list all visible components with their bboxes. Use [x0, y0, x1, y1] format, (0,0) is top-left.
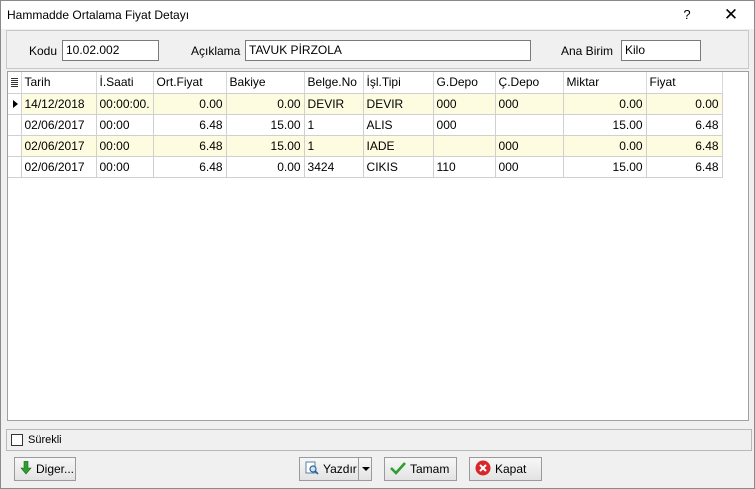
column-header-c-depo[interactable]: Ç.Depo [495, 72, 564, 94]
column-header-ort-fiyat[interactable]: Ort.Fiyat [153, 72, 227, 94]
table-row[interactable]: 02/06/2017 00:00 6.48 15.00 1 ALIS 000 1… [8, 114, 723, 136]
cell-fiyat[interactable]: 6.48 [646, 135, 723, 157]
cell-ort-fiyat[interactable]: 6.48 [153, 156, 227, 178]
row-indicator [8, 156, 22, 178]
ana-birim-label: Ana Birim [561, 44, 614, 58]
title-bar: Hammadde Ortalama Fiyat Detayı ? ✕ [1, 1, 754, 29]
price-detail-grid[interactable]: Tarih İ.Saati Ort.Fiyat Bakiye Belge.No … [7, 71, 749, 421]
cell-g-depo[interactable]: 000 [433, 93, 496, 115]
diger-label: Diger... [36, 462, 75, 476]
header-panel: Kodu 10.02.002 Açıklama TAVUK PİRZOLA An… [6, 30, 749, 69]
cell-tarih[interactable]: 02/06/2017 [21, 156, 97, 178]
column-header-bakiye[interactable]: Bakiye [226, 72, 305, 94]
tamam-label: Tamam [410, 462, 450, 476]
cell-tarih[interactable]: 14/12/2018 [21, 93, 97, 115]
cell-ort-fiyat[interactable]: 6.48 [153, 135, 227, 157]
table-row[interactable]: 14/12/2018 00:00:00. 0.00 0.00 DEVIR DEV… [8, 93, 723, 115]
cell-fiyat[interactable]: 6.48 [646, 114, 723, 136]
cell-bakiye[interactable]: 15.00 [226, 114, 305, 136]
column-header-belge-no[interactable]: Belge.No [304, 72, 364, 94]
cell-c-depo[interactable]: 000 [495, 135, 564, 157]
cell-belge-no[interactable]: 1 [304, 114, 364, 136]
cell-ort-fiyat[interactable]: 0.00 [153, 93, 227, 115]
surekli-bar: Sürekli [6, 429, 752, 451]
column-header-tarih[interactable]: Tarih [21, 72, 97, 94]
tamam-button[interactable]: Tamam [384, 457, 457, 481]
aciklama-field[interactable]: TAVUK PİRZOLA [245, 40, 531, 61]
cell-ort-fiyat[interactable]: 6.48 [153, 114, 227, 136]
column-header-miktar[interactable]: Miktar [563, 72, 647, 94]
surekli-checkbox[interactable] [11, 434, 23, 446]
row-indicator [8, 114, 22, 136]
cell-islem-tipi[interactable]: IADE [363, 135, 434, 157]
kodu-field[interactable]: 10.02.002 [62, 40, 159, 61]
print-preview-icon [305, 461, 319, 478]
table-row[interactable]: 02/06/2017 00:00 6.48 0.00 3424 CIKIS 11… [8, 156, 723, 178]
column-chooser-icon[interactable] [8, 72, 22, 94]
aciklama-label: Açıklama [191, 44, 241, 58]
cell-fiyat[interactable]: 6.48 [646, 156, 723, 178]
cell-belge-no[interactable]: 1 [304, 135, 364, 157]
cell-bakiye[interactable]: 0.00 [226, 156, 305, 178]
surekli-label: Sürekli [28, 434, 62, 446]
cell-g-depo[interactable] [433, 135, 496, 157]
ana-birim-field[interactable]: Kilo [621, 40, 701, 61]
help-button[interactable]: ? [673, 1, 701, 29]
cell-c-depo[interactable]: 000 [495, 156, 564, 178]
kapat-label: Kapat [495, 462, 527, 476]
cell-belge-no[interactable]: 3424 [304, 156, 364, 178]
cancel-icon [475, 460, 491, 479]
cell-c-depo[interactable]: 000 [495, 93, 564, 115]
row-indicator [8, 135, 22, 157]
column-header-islem-saati[interactable]: İ.Saati [96, 72, 154, 94]
cell-islem-tipi[interactable]: CIKIS [363, 156, 434, 178]
kodu-label: Kodu [29, 44, 58, 58]
column-header-islem-tipi[interactable]: İşl.Tipi [363, 72, 434, 94]
checkmark-icon [390, 461, 406, 478]
cell-g-depo[interactable]: 110 [433, 156, 496, 178]
cell-islem-saati[interactable]: 00:00:00. [96, 93, 154, 115]
cell-islem-tipi[interactable]: ALIS [363, 114, 434, 136]
grid-header-row: Tarih İ.Saati Ort.Fiyat Bakiye Belge.No … [8, 72, 723, 94]
cell-fiyat[interactable]: 0.00 [646, 93, 723, 115]
diger-button[interactable]: Diger... [14, 457, 76, 481]
cell-belge-no[interactable]: DEVIR [304, 93, 364, 115]
cell-islem-saati[interactable]: 00:00 [96, 114, 154, 136]
column-header-fiyat[interactable]: Fiyat [646, 72, 723, 94]
cell-g-depo[interactable]: 000 [433, 114, 496, 136]
table-row[interactable]: 02/06/2017 00:00 6.48 15.00 1 IADE 000 0… [8, 135, 723, 157]
column-header-g-depo[interactable]: G.Depo [433, 72, 496, 94]
cell-tarih[interactable]: 02/06/2017 [21, 135, 97, 157]
row-indicator-icon [8, 93, 22, 115]
cell-islem-tipi[interactable]: DEVIR [363, 93, 434, 115]
close-button[interactable]: ✕ [709, 1, 753, 29]
cell-islem-saati[interactable]: 00:00 [96, 156, 154, 178]
cell-c-depo[interactable] [495, 114, 564, 136]
cell-tarih[interactable]: 02/06/2017 [21, 114, 97, 136]
cell-islem-saati[interactable]: 00:00 [96, 135, 154, 157]
cell-miktar[interactable]: 15.00 [563, 114, 647, 136]
cell-miktar[interactable]: 15.00 [563, 156, 647, 178]
chevron-down-icon[interactable] [358, 458, 371, 480]
cell-miktar[interactable]: 0.00 [563, 93, 647, 115]
yazdir-label: Yazdır [323, 462, 357, 476]
window-title: Hammadde Ortalama Fiyat Detayı [7, 8, 190, 22]
grid-table: Tarih İ.Saati Ort.Fiyat Bakiye Belge.No … [8, 72, 723, 178]
cell-miktar[interactable]: 0.00 [563, 135, 647, 157]
down-arrow-icon [20, 460, 32, 478]
cell-bakiye[interactable]: 0.00 [226, 93, 305, 115]
kapat-button[interactable]: Kapat [469, 457, 542, 481]
cell-bakiye[interactable]: 15.00 [226, 135, 305, 157]
dialog-window: Hammadde Ortalama Fiyat Detayı ? ✕ Kodu … [0, 0, 755, 489]
yazdir-button[interactable]: Yazdır [299, 457, 372, 481]
